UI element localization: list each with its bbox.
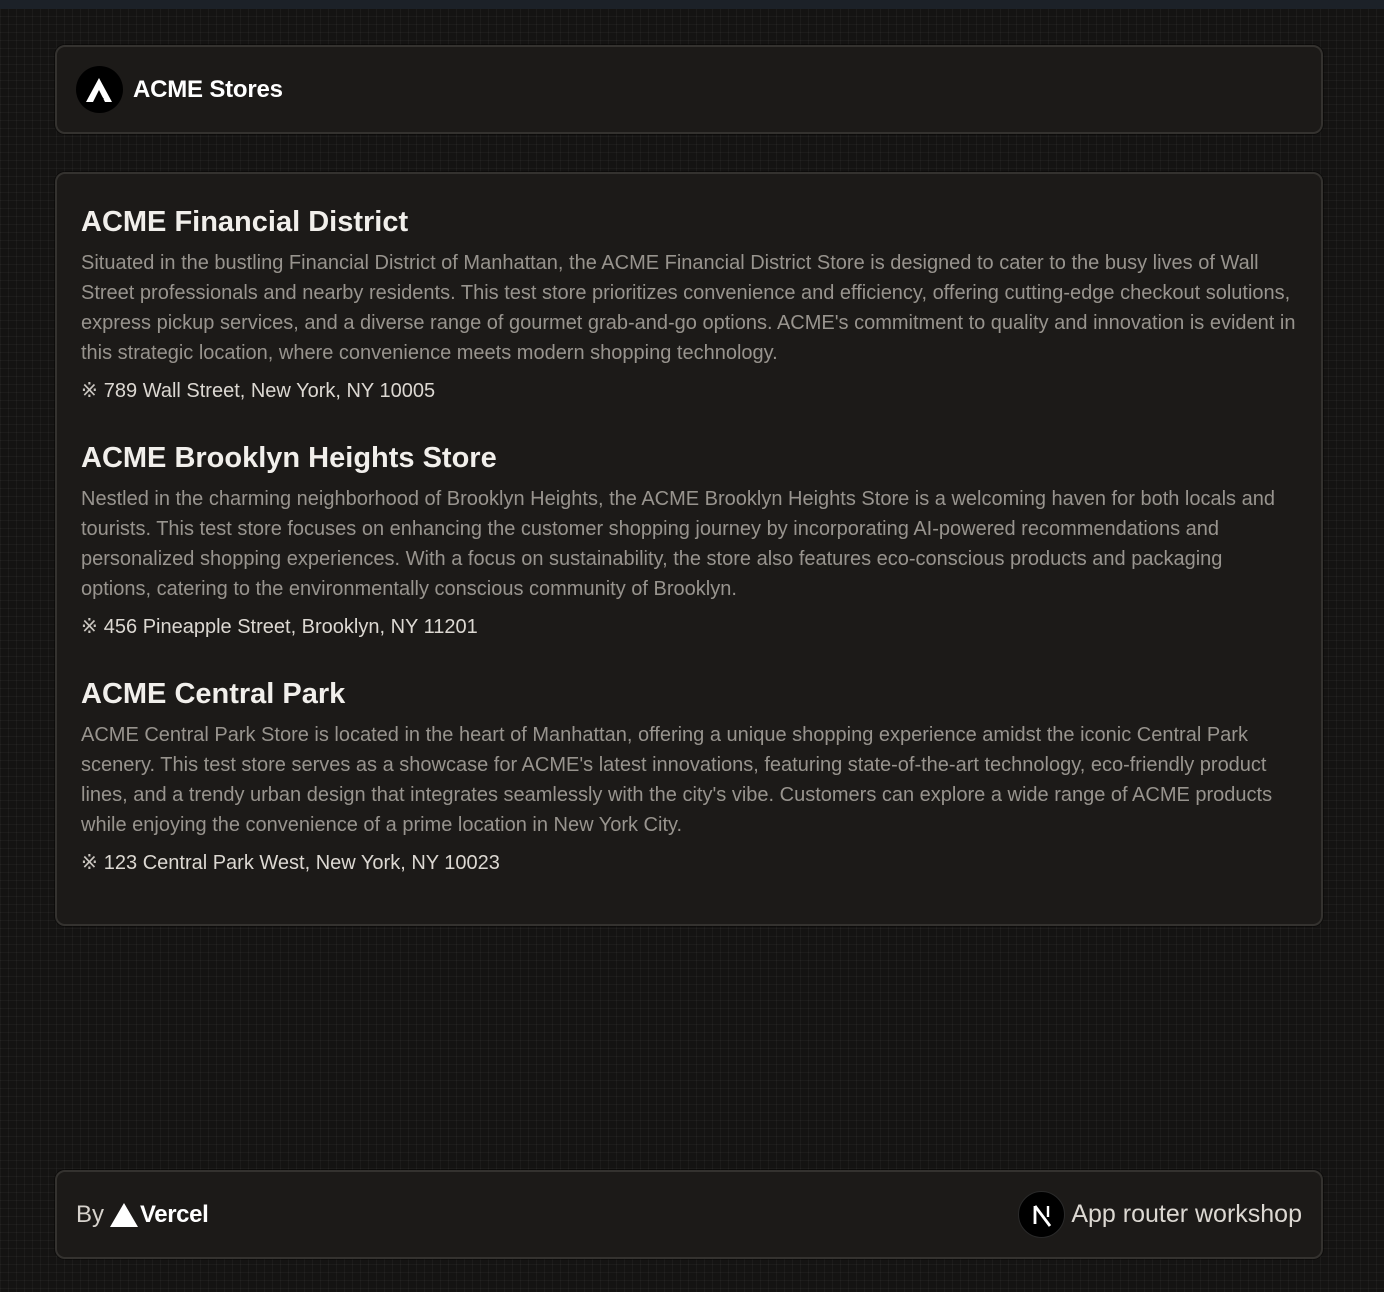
address-marker-icon: ※ bbox=[81, 616, 98, 638]
store-description: ACME Central Park Store is located in th… bbox=[81, 724, 1273, 836]
vercel-logo: Vercel bbox=[110, 1200, 209, 1229]
store-list: ACME Financial District Situated in the … bbox=[55, 172, 1323, 926]
store-name[interactable]: ACME Brooklyn Heights Store bbox=[81, 438, 1297, 478]
vercel-triangle-icon bbox=[110, 1202, 139, 1227]
store-name[interactable]: ACME Financial District bbox=[81, 202, 1297, 242]
store-card: ACME Central Park ACME Central Park Stor… bbox=[81, 674, 1297, 878]
vercel-credit-link[interactable]: By Vercel bbox=[76, 1200, 209, 1229]
store-address-text: 123 Central Park West, New York, NY 1002… bbox=[103, 852, 500, 874]
store-address: ※ 123 Central Park West, New York, NY 10… bbox=[81, 848, 1297, 878]
store-address-text: 456 Pineapple Street, Brooklyn, NY 11201 bbox=[103, 616, 478, 638]
brand-title[interactable]: ACME Stores bbox=[133, 76, 283, 104]
store-address: ※ 456 Pineapple Street, Brooklyn, NY 112… bbox=[81, 612, 1297, 642]
workshop-label: App router workshop bbox=[1071, 1200, 1302, 1228]
store-name[interactable]: ACME Central Park bbox=[81, 674, 1297, 714]
by-label: By bbox=[76, 1200, 105, 1228]
browser-top-strip bbox=[0, 0, 1384, 9]
store-address: ※ 789 Wall Street, New York, NY 10005 bbox=[81, 376, 1297, 406]
acme-logo-icon[interactable] bbox=[76, 66, 123, 113]
store-card: ACME Brooklyn Heights Store Nestled in t… bbox=[81, 438, 1297, 642]
store-description: Nestled in the charming neighborhood of … bbox=[81, 488, 1275, 600]
vercel-wordmark: Vercel bbox=[140, 1200, 209, 1228]
store-address-text: 789 Wall Street, New York, NY 10005 bbox=[103, 380, 436, 402]
nextjs-logo-icon bbox=[1018, 1191, 1066, 1238]
store-card: ACME Financial District Situated in the … bbox=[81, 202, 1297, 406]
site-footer: By Vercel App router workshop bbox=[55, 1170, 1323, 1259]
store-description: Situated in the bustling Financial Distr… bbox=[81, 252, 1296, 364]
address-marker-icon: ※ bbox=[81, 852, 98, 874]
site-header: ACME Stores bbox=[55, 45, 1323, 134]
workshop-link[interactable]: App router workshop bbox=[1018, 1191, 1302, 1238]
address-marker-icon: ※ bbox=[81, 380, 98, 402]
